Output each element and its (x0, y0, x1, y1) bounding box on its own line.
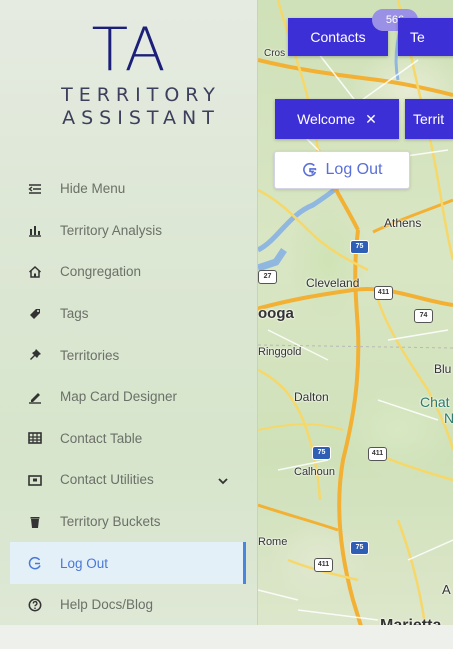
contacts-button-label: Contacts (310, 29, 366, 45)
map-view[interactable]: Cros Athens Cleveland ooga Ringgold Blu … (258, 0, 453, 649)
logo-text-assistant: ASSISTANT (62, 107, 220, 129)
map-label-blu: Blu (434, 362, 452, 376)
welcome-tab[interactable]: Welcome ✕ (275, 99, 399, 139)
sidebar-item-label: Territory Buckets (60, 514, 161, 530)
welcome-tab-label: Welcome (297, 111, 356, 127)
sidebar-item-territories[interactable]: Territories (10, 334, 246, 376)
chevron-down-icon[interactable] (218, 473, 228, 488)
us-route-shield: 411 (374, 286, 393, 300)
territory-tab[interactable]: Territ (405, 99, 453, 139)
map-label-a: A (442, 582, 451, 597)
sidebar-item-label: Map Card Designer (60, 389, 178, 405)
sidebar-item-label: Log Out (60, 555, 109, 571)
map-label-athens: Athens (384, 216, 422, 230)
territory-tab-label: Territ (413, 111, 445, 127)
interstate-shield: 75 (350, 541, 369, 555)
map-label-dalton: Dalton (294, 390, 329, 404)
sidebar-item-contact-utilities[interactable]: Contact Utilities (10, 459, 246, 501)
tag-icon (28, 307, 42, 321)
territory-button[interactable]: Te (398, 18, 453, 56)
sidebar-item-label: Help Docs/Blog (60, 597, 154, 613)
map-label-rome: Rome (258, 536, 288, 548)
us-route-shield: 411 (368, 447, 387, 461)
map-label-ooga: ooga (258, 305, 294, 322)
sidebar-item-territory-buckets[interactable]: Territory Buckets (10, 501, 246, 543)
bottom-strip (0, 625, 453, 649)
bar-chart-icon (28, 223, 42, 238)
logo-text-territory: TERRITORY (61, 84, 221, 106)
sidebar-item-help-docs[interactable]: Help Docs/Blog (10, 584, 246, 626)
sidebar-item-tags[interactable]: Tags (10, 293, 246, 335)
pin-icon (28, 348, 42, 362)
logout-icon (28, 556, 42, 570)
sidebar-item-label: Territory Analysis (60, 222, 163, 238)
sidebar-item-label: Contact Utilities (60, 472, 154, 488)
sidebar: TA TERRITORY ASSISTANT Hide Menu Territo… (0, 0, 258, 649)
map-logout-button[interactable]: Log Out (274, 151, 410, 189)
table-icon (28, 431, 42, 445)
sidebar-item-congregation[interactable]: Congregation (10, 251, 246, 293)
us-route-shield: 27 (258, 270, 277, 284)
sidebar-item-label: Tags (60, 306, 89, 322)
home-icon (28, 265, 42, 279)
pen-icon (28, 390, 42, 404)
map-label-cleveland: Cleveland (306, 276, 360, 290)
sidebar-nav: Hide Menu Territory Analysis Congregatio… (10, 168, 246, 626)
sidebar-item-hide-menu[interactable]: Hide Menu (10, 168, 246, 210)
sidebar-item-log-out[interactable]: Log Out (10, 542, 246, 584)
map-label-n: N (444, 410, 453, 426)
toolbox-icon (28, 473, 42, 487)
sidebar-item-contact-table[interactable]: Contact Table (10, 418, 246, 460)
sidebar-item-label: Contact Table (60, 430, 143, 446)
us-route-shield: 411 (314, 558, 333, 572)
logo-mark: TA (91, 15, 167, 85)
close-icon[interactable]: ✕ (365, 111, 377, 128)
map-label-chat: Chat (420, 394, 450, 410)
bucket-icon (28, 515, 42, 529)
territory-button-label: Te (410, 29, 425, 45)
map-label-cros: Cros (264, 48, 286, 59)
sidebar-item-label: Hide Menu (60, 181, 126, 197)
google-icon (302, 162, 318, 178)
sidebar-item-map-card-designer[interactable]: Map Card Designer (10, 376, 246, 418)
map-label-calhoun: Calhoun (294, 466, 335, 478)
interstate-shield: 75 (350, 240, 369, 254)
interstate-shield: 75 (312, 446, 331, 460)
help-icon (28, 598, 42, 612)
hide-menu-icon (28, 182, 42, 196)
us-route-shield: 74 (414, 309, 433, 323)
sidebar-item-territory-analysis[interactable]: Territory Analysis (10, 210, 246, 252)
map-logout-label: Log Out (325, 161, 383, 178)
sidebar-item-label: Congregation (60, 264, 142, 280)
sidebar-item-label: Territories (60, 347, 120, 363)
map-label-ringgold: Ringgold (258, 346, 302, 358)
